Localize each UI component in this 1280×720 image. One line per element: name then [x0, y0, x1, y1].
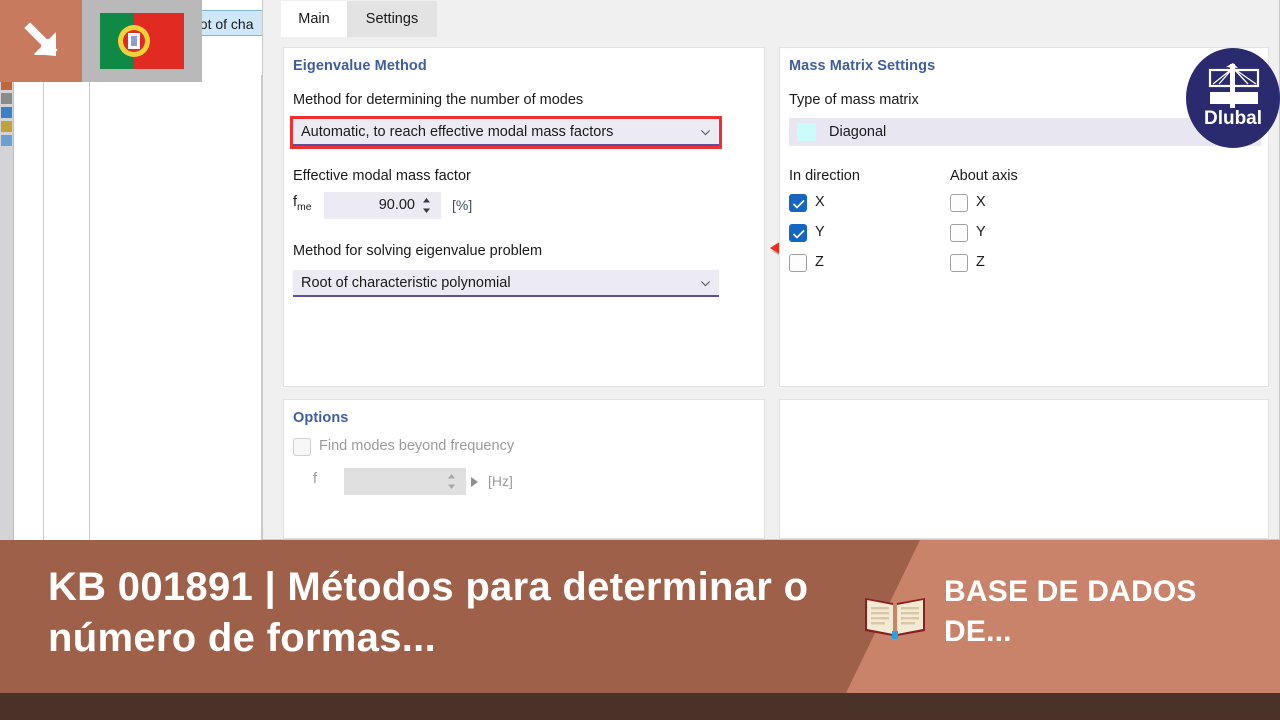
- dialog-tabstrip: Main Settings: [263, 1, 1279, 37]
- input-frequency[interactable]: [344, 468, 478, 495]
- label-effective-mass-symbol: fme: [293, 194, 312, 213]
- input-effective-modal-mass-factor-value: 90.00: [378, 197, 415, 213]
- checkbox-in-direction-z[interactable]: [789, 254, 807, 272]
- group-empty-panel: [779, 399, 1269, 539]
- group-title-eigenvalue-method: Eigenvalue Method: [293, 58, 427, 74]
- banner-footer-strip: [0, 693, 1280, 720]
- modal-analysis-settings-dialog: Main Settings Eigenvalue Method Method f…: [262, 0, 1280, 540]
- label-about-axis-y: Y: [976, 224, 986, 240]
- label-method-for-number-of-modes: Method for determining the number of mod…: [293, 92, 584, 108]
- group-title-mass-matrix-settings: Mass Matrix Settings: [789, 58, 936, 74]
- checkbox-in-direction-y[interactable]: [789, 224, 807, 242]
- language-thumbnail-frame[interactable]: [82, 0, 202, 82]
- label-find-modes-beyond-frequency: Find modes beyond frequency: [319, 438, 515, 454]
- chevron-down-icon: [700, 281, 711, 287]
- label-about-axis-z: Z: [976, 254, 985, 270]
- effective-mass-symbol-subscript: me: [297, 200, 312, 213]
- checkbox-find-modes-beyond-frequency[interactable]: [293, 438, 311, 456]
- unit-percent: [%]: [452, 197, 473, 213]
- rail-icon-5[interactable]: [1, 135, 12, 146]
- check-icon: [792, 229, 805, 239]
- label-in-direction-x: X: [815, 194, 825, 210]
- dialog-body: Eigenvalue Method Method for determining…: [263, 37, 1279, 539]
- label-effective-modal-mass-factor: Effective modal mass factor: [293, 168, 471, 184]
- checkbox-in-direction-x[interactable]: [789, 194, 807, 212]
- label-about-axis-x: X: [976, 194, 986, 210]
- flag-crest-icon: [118, 25, 150, 57]
- overlay-arrow-tile: [0, 0, 82, 82]
- svg-text:Dlubal: Dlubal: [1204, 108, 1262, 129]
- header-in-direction: In direction: [789, 168, 860, 184]
- screenshot-root: oot of cha Main Settings Eigenvalue Meth…: [0, 0, 1280, 720]
- combo-method-for-solving-eigenvalue-problem[interactable]: Root of characteristic polynomial: [293, 270, 719, 297]
- dlubal-logo: Dlubal: [1186, 48, 1280, 148]
- group-eigenvalue-method: Eigenvalue Method Method for determining…: [283, 47, 822, 387]
- bottom-banner: KB 001891 | Métodos para determinar o nú…: [0, 540, 1280, 720]
- label-in-direction-z: Z: [815, 254, 824, 270]
- tab-settings[interactable]: Settings: [347, 1, 437, 37]
- chevron-down-icon: [700, 130, 711, 136]
- group-options: Options Find modes beyond frequency f [H…: [283, 399, 765, 539]
- combo-type-of-mass-matrix[interactable]: Diagonal: [789, 118, 1261, 146]
- label-in-direction-y: Y: [815, 224, 825, 240]
- combo-method-for-solving-eigenvalue-problem-value: Root of characteristic polynomial: [301, 275, 511, 291]
- rail-icon-4[interactable]: [1, 121, 12, 132]
- navigator-column-2: [44, 75, 90, 540]
- checkbox-about-axis-y[interactable]: [950, 224, 968, 242]
- flag-portugal-icon: [100, 13, 184, 69]
- checkbox-about-axis-z[interactable]: [950, 254, 968, 272]
- label-frequency-symbol: f: [313, 471, 318, 487]
- rail-icon-3[interactable]: [1, 107, 12, 118]
- left-toolbar-rail[interactable]: [0, 75, 14, 540]
- arrow-down-right-icon: [24, 22, 58, 56]
- unit-hertz: [Hz]: [488, 473, 513, 489]
- open-book-icon: [865, 598, 925, 639]
- play-arrow-icon[interactable]: [471, 477, 478, 487]
- spinner-arrows-icon[interactable]: [447, 473, 456, 490]
- rail-icon-2[interactable]: [1, 93, 12, 104]
- header-about-axis: About axis: [950, 168, 1018, 184]
- banner-right-title: BASE DE DADOS DE...: [944, 575, 1197, 648]
- navigator-column-3: [90, 75, 262, 540]
- check-icon: [792, 199, 805, 209]
- mass-matrix-type-swatch: [797, 123, 816, 141]
- group-title-options: Options: [293, 410, 349, 426]
- spinner-arrows-icon[interactable]: [422, 197, 431, 214]
- dlubal-bridge-icon: Dlubal: [1204, 63, 1262, 129]
- banner-title: KB 001891 | Métodos para determinar o nú…: [48, 565, 809, 661]
- combo-method-for-number-of-modes-value: Automatic, to reach effective modal mass…: [301, 124, 614, 140]
- checkbox-about-axis-x[interactable]: [950, 194, 968, 212]
- combo-method-for-number-of-modes[interactable]: Automatic, to reach effective modal mass…: [290, 116, 722, 149]
- tab-main[interactable]: Main: [281, 1, 347, 37]
- navigator-column-1: [14, 75, 44, 540]
- label-type-of-mass-matrix: Type of mass matrix: [789, 92, 919, 108]
- input-effective-modal-mass-factor[interactable]: 90.00: [324, 192, 441, 219]
- label-method-for-solving-eigenvalue-problem: Method for solving eigenvalue problem: [293, 243, 543, 259]
- combo-type-of-mass-matrix-value: Diagonal: [829, 124, 887, 140]
